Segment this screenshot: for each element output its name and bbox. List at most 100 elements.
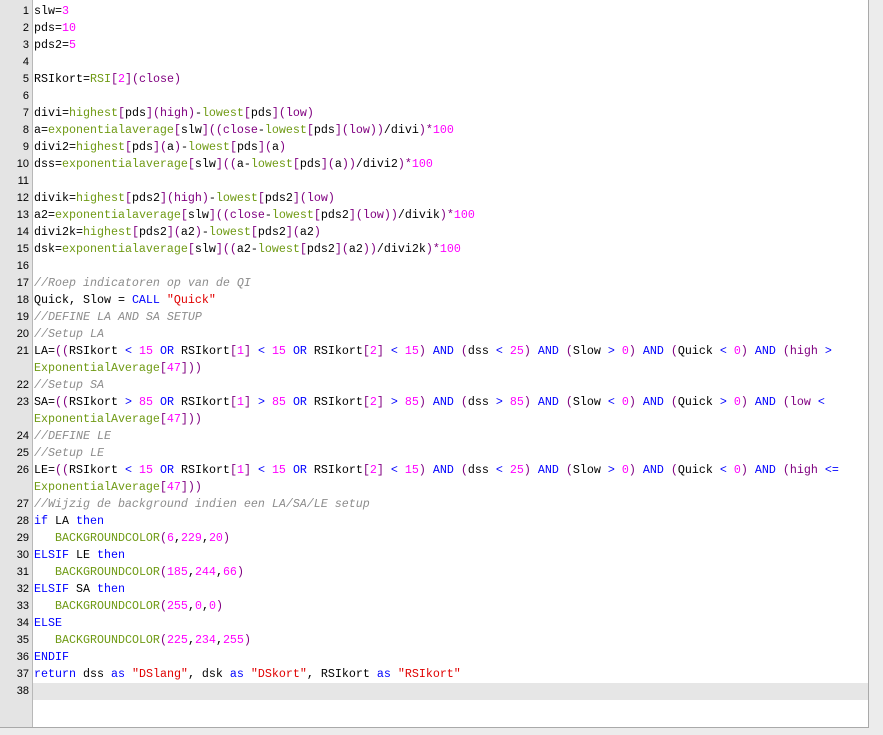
line-code[interactable]: divi2k=highest[pds2](a2)-lowest[pds2](a2… [33,224,868,241]
line-code[interactable]: BACKGROUNDCOLOR(185,244,66) [33,564,868,581]
line-code[interactable]: divi2=highest[pds](a)-lowest[pds](a) [33,139,868,156]
line-code[interactable] [33,173,868,190]
code-line[interactable]: 29 BACKGROUNDCOLOR(6,229,20) [0,530,868,547]
code-line[interactable]: 16 [0,258,868,275]
code-line[interactable]: 25 //Setup LE [0,445,868,462]
line-code[interactable]: //Wijzig de background indien een LA/SA/… [33,496,868,513]
code-line[interactable]: 21 LA=((RSIkort < 15 OR RSIkort[1] < 15 O… [0,343,868,377]
code-line[interactable]: 2 pds=10 [0,20,868,37]
line-code[interactable]: //Setup LE [33,445,868,462]
code-line[interactable]: 34 ELSE [0,615,868,632]
line-code[interactable]: return dss as "DSlang", dsk as "DSkort",… [33,666,868,683]
code-line[interactable]: 20 //Setup LA [0,326,868,343]
code-line[interactable]: 28 if LA then [0,513,868,530]
line-code[interactable]: slw=3 [33,3,868,20]
line-code[interactable] [33,683,868,700]
code-editor[interactable]: 1 slw=3 2 pds=10 3 pds2=5 4 5 RSIkort=RSI[2](clo… [0,0,869,728]
line-code[interactable]: a=exponentialaverage[slw]((close-lowest[… [33,122,868,139]
line-code[interactable] [33,88,868,105]
code-line[interactable]: 37 return dss as "DSlang", dsk as "DSkort… [0,666,868,683]
line-code[interactable]: dss=exponentialaverage[slw]((a-lowest[pd… [33,156,868,173]
line-code[interactable]: divik=highest[pds2](high)-lowest[pds2](l… [33,190,868,207]
code-line[interactable]: 27 //Wijzig de background indien een LA/S… [0,496,868,513]
line-code[interactable]: ELSIF SA then [33,581,868,598]
code-line[interactable]: 32 ELSIF SA then [0,581,868,598]
line-number: 23 [16,396,29,408]
code-line[interactable]: 18 Quick, Slow = CALL "Quick" [0,292,868,309]
line-code[interactable]: //Setup SA [33,377,868,394]
code-line[interactable]: 14 divi2k=highest[pds2](a2)-lowest[pds2](… [0,224,868,241]
syntax-token: ] [257,140,265,154]
code-line[interactable]: 26 LE=((RSIkort < 15 OR RSIkort[1] < 15 O… [0,462,868,496]
code-line[interactable]: 11 [0,173,868,190]
syntax-token: highest [68,106,118,120]
syntax-token: 25 [509,463,524,477]
code-line[interactable]: 30 ELSIF LE then [0,547,868,564]
code-line[interactable]: 8 a=exponentialaverage[slw]((close-lowest… [0,122,868,139]
line-code[interactable]: ENDIF [33,649,868,666]
line-code[interactable] [33,258,868,275]
code-line[interactable]: 22 //Setup SA [0,377,868,394]
code-line[interactable]: 9 divi2=highest[pds](a)-lowest[pds](a) [0,139,868,156]
syntax-token: ) [243,633,251,647]
code-line[interactable]: 24 //DEFINE LE [0,428,868,445]
line-code[interactable]: dsk=exponentialaverage[slw]((a2-lowest[p… [33,241,868,258]
syntax-token: 0 [733,463,741,477]
code-line[interactable]: 6 [0,88,868,105]
line-code[interactable]: ELSE [33,615,868,632]
code-line[interactable]: 12 divik=highest[pds2](high)-lowest[pds2]… [0,190,868,207]
code-lines[interactable]: 1 slw=3 2 pds=10 3 pds2=5 4 5 RSIkort=RSI[2](clo… [0,3,868,700]
code-line[interactable]: 10 dss=exponentialaverage[slw]((a-lowest[… [0,156,868,173]
line-code[interactable]: pds2=5 [33,37,868,54]
line-code[interactable]: LE=((RSIkort < 15 OR RSIkort[1] < 15 OR … [33,462,868,496]
code-line[interactable]: 4 [0,54,868,71]
line-code[interactable]: RSIkort=RSI[2](close) [33,71,868,88]
syntax-token: low [789,395,811,409]
line-code[interactable]: BACKGROUNDCOLOR(6,229,20) [33,530,868,547]
line-code[interactable]: SA=((RSIkort > 85 OR RSIkort[1] > 85 OR … [33,394,868,428]
code-line[interactable]: 38 [0,683,868,700]
code-line[interactable]: 19 //DEFINE LA AND SA SETUP [0,309,868,326]
code-line[interactable]: 36 ENDIF [0,649,868,666]
line-code[interactable] [33,54,868,71]
line-code[interactable]: //DEFINE LE [33,428,868,445]
code-line[interactable]: 31 BACKGROUNDCOLOR(185,244,66) [0,564,868,581]
syntax-token: [ [306,123,314,137]
syntax-token: * [404,157,412,171]
line-code[interactable]: BACKGROUNDCOLOR(255,0,0) [33,598,868,615]
syntax-token: < [495,344,503,358]
syntax-token: 85 [509,395,524,409]
syntax-token: low [285,106,307,120]
syntax-token: AND [754,344,776,358]
code-line[interactable]: 3 pds2=5 [0,37,868,54]
line-code[interactable]: pds=10 [33,20,868,37]
line-code[interactable]: if LA then [33,513,868,530]
code-line[interactable]: 17 //Roep indicatoren op van de QI [0,275,868,292]
syntax-token: AND [537,344,559,358]
line-code[interactable]: LA=((RSIkort < 15 OR RSIkort[1] < 15 OR … [33,343,868,377]
code-line[interactable]: 5 RSIkort=RSI[2](close) [0,71,868,88]
syntax-token: lowest [250,157,293,171]
code-line[interactable]: 13 a2=exponentialaverage[slw]((close-lowe… [0,207,868,224]
syntax-token: [ [187,242,195,256]
code-line[interactable]: 15 dsk=exponentialaverage[slw]((a2-lowest… [0,241,868,258]
line-code[interactable]: //Setup LA [33,326,868,343]
syntax-token: ) [236,565,244,579]
line-code[interactable]: ELSIF LE then [33,547,868,564]
line-code[interactable]: BACKGROUNDCOLOR(225,234,255) [33,632,868,649]
line-code[interactable]: //Roep indicatoren op van de QI [33,275,868,292]
syntax-token: ( [782,463,790,477]
line-code[interactable]: divi=highest[pds](high)-lowest[pds](low) [33,105,868,122]
syntax-token: AND [754,463,776,477]
syntax-token: ] [201,123,209,137]
code-line[interactable]: 23 SA=((RSIkort > 85 OR RSIkort[1] > 85 O… [0,394,868,428]
syntax-token: > [124,395,132,409]
code-line[interactable]: 7 divi=highest[pds](high)-lowest[pds](low… [0,105,868,122]
line-code[interactable]: //DEFINE LA AND SA SETUP [33,309,868,326]
line-code[interactable]: a2=exponentialaverage[slw]((close-lowest… [33,207,868,224]
syntax-token: [ [159,361,167,375]
code-line[interactable]: 33 BACKGROUNDCOLOR(255,0,0) [0,598,868,615]
line-code[interactable]: Quick, Slow = CALL "Quick" [33,292,868,309]
code-line[interactable]: 35 BACKGROUNDCOLOR(225,234,255) [0,632,868,649]
code-line[interactable]: 1 slw=3 [0,3,868,20]
